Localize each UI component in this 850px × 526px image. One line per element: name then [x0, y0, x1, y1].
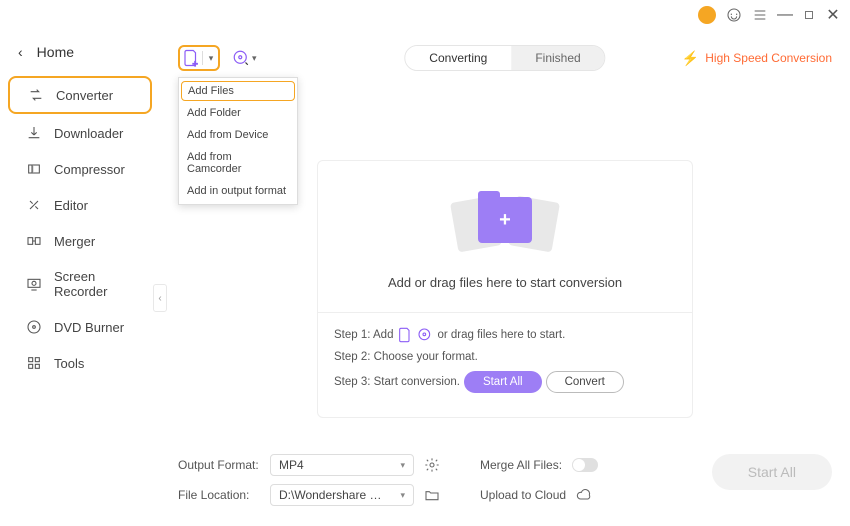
- output-format-select[interactable]: MP4 ▾: [270, 454, 414, 476]
- chevron-down-icon: ▾: [400, 460, 405, 471]
- bolt-icon: ⚡: [682, 50, 699, 67]
- merge-files-toggle[interactable]: [572, 458, 598, 472]
- high-speed-label: High Speed Conversion: [705, 51, 832, 65]
- downloader-icon: [26, 125, 42, 141]
- convert-button[interactable]: Convert: [546, 371, 624, 393]
- output-format-row: Output Format: MP4 ▾ Merge All Files:: [178, 454, 712, 476]
- disc-plus-icon: [232, 49, 250, 67]
- add-dropdown-menu: Add Files Add Folder Add from Device Add…: [178, 77, 298, 205]
- close-button[interactable]: ✕: [826, 8, 840, 22]
- sidebar: ‹ Home Converter Downloader Compressor E…: [0, 30, 160, 526]
- folder-illustration: +: [450, 187, 560, 257]
- step-2: Step 2: Choose your format.: [334, 351, 676, 363]
- step-1: Step 1: Add or drag files here to start.: [334, 327, 676, 343]
- chevron-down-icon: ▾: [400, 490, 405, 501]
- user-avatar-icon[interactable]: [698, 6, 716, 24]
- sidebar-item-label: Screen Recorder: [54, 269, 134, 299]
- menu-add-camcorder[interactable]: Add from Camcorder: [179, 146, 297, 180]
- content-area: + ▾ ▾ Add Files Add Folder Add from Devi…: [160, 30, 850, 526]
- compressor-icon: [26, 161, 42, 177]
- disc-plus-icon[interactable]: [417, 327, 433, 343]
- add-files-group: + ▾ ▾ Add Files Add Folder Add from Devi…: [178, 45, 257, 71]
- sidebar-item-converter[interactable]: Converter: [8, 76, 152, 114]
- sidebar-item-label: Editor: [54, 198, 88, 213]
- menu-add-output[interactable]: Add in output format: [179, 180, 297, 202]
- file-plus-icon[interactable]: [397, 327, 413, 343]
- sidebar-item-label: Downloader: [54, 126, 123, 141]
- sidebar-item-label: Converter: [56, 88, 113, 103]
- dropzone-top: + Add or drag files here to start conver…: [318, 161, 692, 312]
- support-icon[interactable]: [726, 7, 742, 23]
- plus-icon: +: [499, 209, 511, 232]
- output-format-label: Output Format:: [178, 458, 260, 472]
- folder-open-icon[interactable]: [424, 487, 440, 503]
- high-speed-badge[interactable]: ⚡ High Speed Conversion: [682, 50, 832, 67]
- dvd-burner-icon: [26, 319, 42, 335]
- sidebar-item-compressor[interactable]: Compressor: [8, 152, 152, 186]
- step-3: Step 3: Start conversion. Start All Conv…: [334, 371, 676, 393]
- merger-icon: [26, 233, 42, 249]
- chevron-down-icon[interactable]: ▾: [252, 53, 257, 64]
- sidebar-item-editor[interactable]: Editor: [8, 188, 152, 222]
- settings-gear-icon[interactable]: [424, 457, 440, 473]
- dropzone-steps: Step 1: Add or drag files here to start.…: [318, 312, 692, 417]
- chevron-down-icon[interactable]: ▾: [202, 51, 216, 65]
- home-nav[interactable]: ‹ Home: [0, 38, 160, 74]
- start-all-button-small[interactable]: Start All: [464, 371, 542, 393]
- tab-finished[interactable]: Finished: [511, 46, 604, 70]
- menu-add-device[interactable]: Add from Device: [179, 124, 297, 146]
- menu-icon[interactable]: [752, 7, 768, 23]
- sidebar-item-downloader[interactable]: Downloader: [8, 116, 152, 150]
- start-all-button[interactable]: Start All: [712, 454, 832, 490]
- tab-converting[interactable]: Converting: [405, 46, 511, 70]
- maximize-button[interactable]: [802, 8, 816, 22]
- screen-recorder-icon: [26, 276, 42, 292]
- title-bar: — ✕: [0, 0, 850, 30]
- file-plus-icon: +: [182, 49, 200, 67]
- home-label: Home: [37, 44, 74, 60]
- menu-add-folder[interactable]: Add Folder: [179, 102, 297, 124]
- upload-cloud-label: Upload to Cloud: [480, 488, 566, 502]
- file-location-label: File Location:: [178, 488, 260, 502]
- svg-text:+: +: [193, 59, 198, 67]
- merge-files-label: Merge All Files:: [480, 458, 562, 472]
- editor-icon: [26, 197, 42, 213]
- dropzone[interactable]: + Add or drag files here to start conver…: [317, 160, 693, 418]
- minimize-button[interactable]: —: [778, 8, 792, 22]
- file-location-row: File Location: D:\Wondershare UniConvert…: [178, 484, 712, 506]
- sidebar-item-tools[interactable]: Tools: [8, 346, 152, 380]
- add-dvd-button[interactable]: ▾: [232, 49, 257, 67]
- sidebar-item-label: Compressor: [54, 162, 125, 177]
- tools-icon: [26, 355, 42, 371]
- converter-icon: [28, 87, 44, 103]
- cloud-icon[interactable]: [576, 487, 592, 503]
- status-tabs: Converting Finished: [404, 45, 605, 71]
- sidebar-item-screen-recorder[interactable]: Screen Recorder: [8, 260, 152, 308]
- file-location-select[interactable]: D:\Wondershare UniConverter 1 ▾: [270, 484, 414, 506]
- sidebar-item-label: DVD Burner: [54, 320, 124, 335]
- sidebar-item-label: Tools: [54, 356, 84, 371]
- sidebar-item-merger[interactable]: Merger: [8, 224, 152, 258]
- sidebar-item-dvd-burner[interactable]: DVD Burner: [8, 310, 152, 344]
- back-icon[interactable]: ‹: [18, 44, 23, 60]
- toolbar: + ▾ ▾ Add Files Add Folder Add from Devi…: [178, 36, 832, 80]
- add-files-button[interactable]: + ▾: [178, 45, 220, 71]
- footer: Output Format: MP4 ▾ Merge All Files: Fi…: [178, 444, 832, 514]
- sidebar-item-label: Merger: [54, 234, 95, 249]
- dropzone-text: Add or drag files here to start conversi…: [318, 275, 692, 290]
- menu-add-files[interactable]: Add Files: [181, 81, 295, 101]
